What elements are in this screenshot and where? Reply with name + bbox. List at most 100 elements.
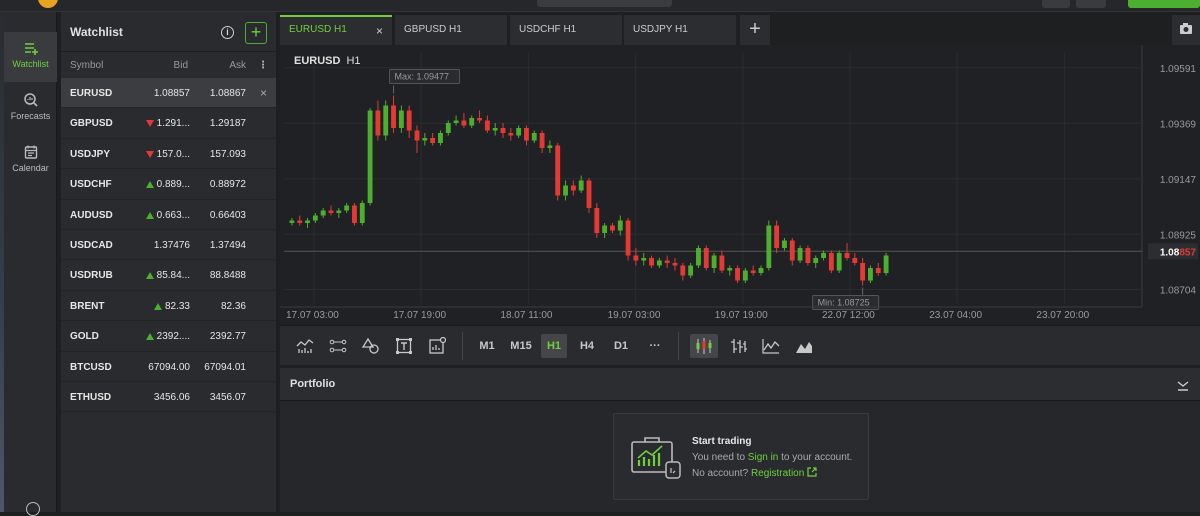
candle [531, 133, 537, 141]
add-tab-button[interactable]: + [740, 15, 770, 45]
sign-in-link[interactable]: Sign in [748, 452, 779, 463]
timeframe-m1[interactable]: M1 [474, 334, 500, 358]
candle [438, 133, 443, 143]
tab-gbpusd-h1[interactable]: GBPUSD H1 [395, 15, 507, 45]
candle [860, 263, 866, 281]
candle [852, 258, 858, 263]
max-label: Max: 1.09477 [395, 72, 450, 82]
nav-forecasts[interactable]: Forecasts [4, 84, 57, 134]
symbol-name: ETHUSD [70, 391, 112, 403]
tab-eurusd-h1[interactable]: EURUSD H1 × [280, 15, 392, 45]
symbol-name: USDCHF [70, 179, 112, 191]
screenshot-button[interactable] [1172, 15, 1200, 45]
column-ask[interactable]: Ask [229, 60, 246, 71]
close-icon[interactable]: × [376, 24, 383, 38]
watchlist-row-usdrub[interactable]: USDRUB 85.84... 88.8488 [61, 260, 276, 291]
column-symbol[interactable]: Symbol [70, 60, 103, 71]
top-bar [0, 0, 1200, 12]
candle [742, 270, 748, 281]
watchlist-row-ethusd[interactable]: ETHUSD 3456.06 3456.07 [61, 382, 276, 413]
chart-toolbar: M1 M15 H1 H4 D1 ··· [280, 325, 1200, 365]
bid-value: 3456.06 [153, 391, 190, 403]
tab-usdchf-h1[interactable]: USDCHF H1 [510, 15, 622, 45]
symbol-name: EURUSD [70, 88, 113, 99]
sign-in-text: You need to [692, 452, 748, 463]
top-button-1[interactable] [1042, 0, 1070, 8]
shapes-button[interactable] [358, 334, 384, 358]
collapse-icon[interactable] [1176, 378, 1190, 392]
candle [578, 180, 584, 191]
current-price-pips: 857 [1179, 247, 1196, 258]
candle [352, 205, 357, 223]
info-icon[interactable] [26, 502, 40, 516]
ohlc-bars-icon [731, 339, 747, 353]
drawing-tools-button[interactable] [325, 334, 351, 358]
watchlist-row-audusd[interactable]: AUDUSD 0.663... 0.66403 [61, 200, 276, 230]
registration-link[interactable]: Registration [750, 467, 817, 479]
watchlist-row-usdchf[interactable]: USDCHF 0.889... 0.88972 [61, 169, 276, 200]
time-tick-label: 17.07 19:00 [393, 310, 446, 321]
top-primary-button[interactable] [1128, 0, 1200, 8]
bid-price: 85.84... [145, 270, 190, 281]
tab-label: EURUSD H1 [289, 24, 347, 35]
candle [555, 145, 561, 196]
watchlist-row-usdjpy[interactable]: USDJPY 157.0... 157.093 [61, 139, 276, 170]
info-icon[interactable]: i [221, 26, 234, 39]
nav-calendar[interactable]: Calendar [4, 136, 57, 186]
candle [696, 248, 701, 266]
watchlist-row-eurusd[interactable]: EURUSD 1.08857 1.08867 × [61, 78, 276, 109]
watchlist-icon [24, 43, 38, 55]
watchlist-row-gbpusd[interactable]: GBPUSD 1.291... 1.29187 [61, 108, 276, 139]
registration-link-label: Registration [750, 468, 805, 479]
external-link-icon [807, 467, 817, 477]
time-tick-label: 19.07 03:00 [608, 310, 661, 321]
start-trading-card: Start trading You need to Sign in to you… [613, 413, 869, 500]
candle [484, 120, 490, 131]
candles-chart-button[interactable] [690, 334, 718, 358]
timeframe-m15[interactable]: M15 [506, 334, 536, 358]
tab-usdjpy-h1[interactable]: USDJPY H1 [624, 15, 736, 45]
chart-title: EURUSD H1 [294, 55, 361, 67]
app-logo[interactable] [38, 0, 58, 8]
candle [774, 225, 780, 248]
portfolio-title: Portfolio [290, 378, 336, 390]
candlestick-chart[interactable]: Max: 1.09477 Min: 1.08725 1.09591 1.09369 1.… [280, 45, 1200, 325]
more-timeframes-button[interactable]: ··· [642, 334, 668, 358]
watchlist-row-brent[interactable]: BRENT 82.33 82.36 [61, 291, 276, 322]
bid-value: 82.33 [164, 300, 190, 312]
area-chart-button[interactable] [791, 334, 817, 358]
candle [492, 128, 498, 131]
timeframe-h4[interactable]: H4 [574, 334, 600, 358]
chart-settings-button[interactable] [424, 334, 450, 358]
watchlist-row-usdcad[interactable]: USDCAD 1.37476 1.37494 [61, 230, 276, 261]
indicators-icon [296, 339, 314, 353]
watchlist-row-gold[interactable]: GOLD 2392.... 2392.77 [61, 321, 276, 352]
forecasts-icon [23, 93, 38, 107]
watchlist-row-btcusd[interactable]: BTCUSD 67094.00 67094.01 [61, 352, 276, 382]
candle [508, 133, 514, 136]
watchlist-column-headers: Symbol Bid Ask ⋮ [61, 52, 276, 78]
indicators-button[interactable] [292, 334, 318, 358]
top-search[interactable] [537, 0, 672, 7]
bars-chart-button[interactable] [726, 334, 752, 358]
close-icon[interactable]: × [260, 86, 267, 100]
top-button-2[interactable] [1076, 0, 1106, 8]
line-chart-button[interactable] [758, 334, 784, 358]
ask-price: 2392.77 [209, 331, 246, 343]
timeframe-d1[interactable]: D1 [608, 334, 634, 358]
nav-watchlist[interactable]: Watchlist [4, 32, 57, 82]
add-symbol-button[interactable]: + [245, 22, 267, 44]
no-account-text: No account? [692, 468, 751, 479]
candle [656, 260, 662, 266]
tab-label: USDJPY H1 [633, 24, 688, 35]
candle [868, 268, 873, 281]
more-options-icon[interactable]: ⋮ [258, 60, 268, 71]
text-tool-button[interactable] [391, 334, 417, 358]
candle [828, 253, 834, 271]
column-bid[interactable]: Bid [174, 60, 188, 71]
portfolio-header[interactable]: Portfolio [280, 368, 1200, 401]
candle [782, 240, 787, 248]
candle [633, 255, 639, 261]
chart-area[interactable]: Max: 1.09477 Min: 1.08725 1.09591 1.09369 1.… [280, 45, 1200, 325]
timeframe-h1[interactable]: H1 [541, 334, 567, 358]
